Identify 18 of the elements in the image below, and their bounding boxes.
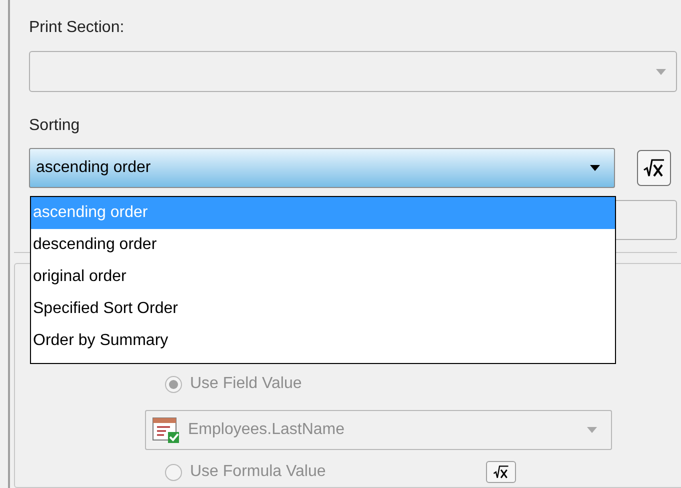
formula-button[interactable]: [486, 461, 516, 483]
dropdown-option[interactable]: Order by Summary: [31, 325, 615, 357]
dropdown-option[interactable]: Specified Sort Order: [31, 293, 615, 325]
print-section-label: Print Section:: [29, 18, 126, 38]
formula-icon: [492, 464, 509, 480]
sorting-label: Sorting: [29, 116, 81, 136]
caret-icon: [590, 165, 600, 171]
dropdown-option[interactable]: original order: [31, 261, 615, 293]
database-field-icon: [152, 416, 180, 444]
sorting-dropdown[interactable]: ascending order: [29, 148, 615, 188]
caret-icon: [587, 427, 597, 433]
radio-label: Use Field Value: [190, 374, 302, 394]
caret-icon: [656, 68, 666, 74]
formula-icon: [643, 157, 665, 179]
radio-label: Use Formula Value: [190, 462, 326, 482]
print-section-dropdown[interactable]: [29, 51, 677, 92]
dropdown-option[interactable]: descending order: [31, 229, 615, 261]
formula-button[interactable]: [637, 150, 671, 186]
